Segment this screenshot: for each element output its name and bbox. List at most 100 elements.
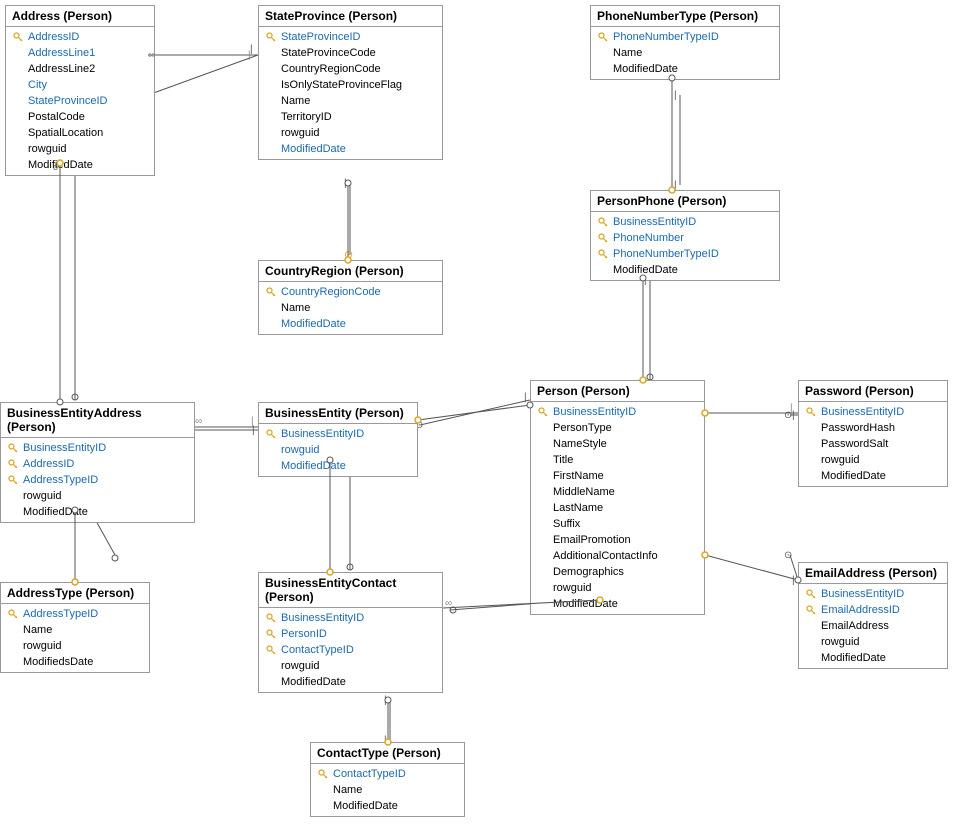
spacer bbox=[805, 652, 819, 664]
table-be-fields: BusinessEntityID rowguid ModifiedDate bbox=[259, 424, 417, 476]
field-name: AddressID bbox=[23, 458, 74, 470]
field-name: PhoneNumber bbox=[613, 232, 684, 244]
field-name: BusinessEntityID bbox=[23, 442, 106, 454]
field-row: ModifiedDate bbox=[531, 596, 704, 612]
field-row: MiddleName bbox=[531, 484, 704, 500]
field-name: BusinessEntityID bbox=[821, 588, 904, 600]
field-name: PasswordSalt bbox=[821, 438, 888, 450]
field-name: IsOnlyStateProvinceFlag bbox=[281, 79, 402, 91]
table-emailaddress-header: EmailAddress (Person) bbox=[799, 563, 947, 584]
field-name: StateProvinceID bbox=[281, 31, 360, 43]
table-person: Person (Person) BusinessEntityID PersonT… bbox=[530, 380, 705, 615]
spacer bbox=[805, 636, 819, 648]
field-row: rowguid bbox=[6, 141, 154, 157]
field-name: ModifiedDate bbox=[821, 470, 886, 482]
field-name: ModifiedDate bbox=[281, 460, 346, 472]
field-name: LastName bbox=[553, 502, 603, 514]
key-icon bbox=[597, 216, 611, 228]
field-row: Name bbox=[1, 622, 149, 638]
spacer bbox=[805, 438, 819, 450]
field-row: BusinessEntityID bbox=[799, 586, 947, 602]
field-row: rowguid bbox=[259, 658, 442, 674]
field-row: PhoneNumberTypeID bbox=[591, 29, 779, 45]
table-stateprovince: StateProvince (Person) StateProvinceID S… bbox=[258, 5, 443, 160]
field-name: Name bbox=[613, 47, 642, 59]
field-row: Title bbox=[531, 452, 704, 468]
table-businessentityaddress: BusinessEntityAddress (Person) BusinessE… bbox=[0, 402, 195, 523]
field-row: ContactTypeID bbox=[311, 766, 464, 782]
svg-text:|: | bbox=[792, 575, 795, 586]
field-row: CountryRegionCode bbox=[259, 284, 442, 300]
table-address-header: Address (Person) bbox=[6, 6, 154, 27]
spacer bbox=[12, 111, 26, 123]
field-name: ModifiedDate bbox=[28, 159, 93, 171]
field-name: BusinessEntityID bbox=[281, 612, 364, 624]
field-name: BusinessEntityID bbox=[613, 216, 696, 228]
key-icon bbox=[265, 612, 279, 624]
field-name: Demographics bbox=[553, 566, 624, 578]
spacer bbox=[265, 302, 279, 314]
spacer bbox=[265, 318, 279, 330]
field-name: AddressTypeID bbox=[23, 608, 98, 620]
field-row: ModifiedDate bbox=[259, 458, 417, 474]
spacer bbox=[265, 79, 279, 91]
spacer bbox=[537, 438, 551, 450]
key-icon bbox=[265, 428, 279, 440]
key-icon bbox=[597, 232, 611, 244]
key-icon bbox=[265, 286, 279, 298]
table-bea-fields: BusinessEntityID AddressID AddressTypeID… bbox=[1, 438, 194, 522]
field-row: CountryRegionCode bbox=[259, 61, 442, 77]
field-row: TerritoryID bbox=[259, 109, 442, 125]
field-name: PersonID bbox=[281, 628, 327, 640]
svg-text:|: | bbox=[252, 425, 255, 436]
table-bea-header: BusinessEntityAddress (Person) bbox=[1, 403, 194, 438]
field-name: ModifiedDate bbox=[613, 63, 678, 75]
spacer bbox=[805, 454, 819, 466]
field-name: ContactTypeID bbox=[333, 768, 406, 780]
field-name: ModifiedDate bbox=[281, 676, 346, 688]
spacer bbox=[12, 143, 26, 155]
svg-text:|: | bbox=[674, 90, 677, 101]
key-icon bbox=[317, 768, 331, 780]
field-name: AddressTypeID bbox=[23, 474, 98, 486]
field-name: AddressLine2 bbox=[28, 63, 95, 75]
field-name: BusinessEntityID bbox=[821, 406, 904, 418]
field-row: BusinessEntityID bbox=[531, 404, 704, 420]
field-row: rowguid bbox=[259, 442, 417, 458]
field-row: FirstName bbox=[531, 468, 704, 484]
field-name: StateProvinceID bbox=[28, 95, 107, 107]
table-countryregion: CountryRegion (Person) CountryRegionCode… bbox=[258, 260, 443, 335]
field-name: PhoneNumberTypeID bbox=[613, 248, 719, 260]
table-stateprovince-header: StateProvince (Person) bbox=[259, 6, 442, 27]
key-icon bbox=[597, 248, 611, 260]
field-name: Name bbox=[281, 95, 310, 107]
field-row: PasswordSalt bbox=[799, 436, 947, 452]
field-row: Name bbox=[311, 782, 464, 798]
field-row: PhoneNumberTypeID bbox=[591, 246, 779, 262]
field-row: LastName bbox=[531, 500, 704, 516]
table-password-header: Password (Person) bbox=[799, 381, 947, 402]
table-addresstype-fields: AddressTypeID Name rowguid ModifiedsDate bbox=[1, 604, 149, 672]
field-row: SpatialLocation bbox=[6, 125, 154, 141]
table-emailaddress: EmailAddress (Person) BusinessEntityID E… bbox=[798, 562, 948, 669]
erd-diagram: ∞ | ⊙ | | | | ∞ | ⊙ | | ⊙ | ⊙ bbox=[0, 0, 954, 834]
field-name: EmailAddressID bbox=[821, 604, 900, 616]
spacer bbox=[265, 143, 279, 155]
field-row: Demographics bbox=[531, 564, 704, 580]
table-businessentity: BusinessEntity (Person) BusinessEntityID… bbox=[258, 402, 418, 477]
field-row: ModifiedDate bbox=[591, 262, 779, 278]
field-row: rowguid bbox=[799, 634, 947, 650]
spacer bbox=[7, 624, 21, 636]
table-businessentitycontact: BusinessEntityContact (Person) BusinessE… bbox=[258, 572, 443, 693]
field-name: rowguid bbox=[23, 640, 62, 652]
spacer bbox=[597, 264, 611, 276]
spacer bbox=[265, 676, 279, 688]
field-row: AdditionalContactInfo bbox=[531, 548, 704, 564]
spacer bbox=[265, 111, 279, 123]
field-row: rowguid bbox=[531, 580, 704, 596]
field-row: PersonID bbox=[259, 626, 442, 642]
field-name: Title bbox=[553, 454, 573, 466]
field-name: rowguid bbox=[821, 454, 860, 466]
field-row: ModifiedsDate bbox=[1, 654, 149, 670]
spacer bbox=[265, 63, 279, 75]
